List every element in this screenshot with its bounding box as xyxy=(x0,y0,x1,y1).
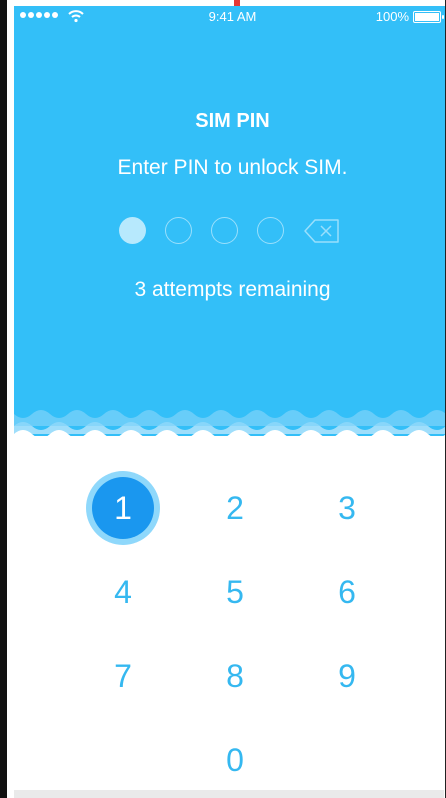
key-label: 1 xyxy=(92,477,154,539)
keypad: 1 2 3 4 5 6 7 8 9 0 xyxy=(67,466,403,798)
key-label: 8 xyxy=(226,657,244,694)
attempts-remaining: 3 attempts remaining xyxy=(134,278,331,301)
key-label: 6 xyxy=(338,573,356,610)
key-9[interactable]: 9 xyxy=(291,634,403,718)
key-2[interactable]: 2 xyxy=(179,466,291,550)
page-title: SIM PIN xyxy=(195,110,270,132)
key-label: 4 xyxy=(114,573,132,610)
battery-indicator: 100% xyxy=(375,9,444,24)
key-6[interactable]: 6 xyxy=(291,550,403,634)
key-3[interactable]: 3 xyxy=(291,466,403,550)
page-subtitle: Enter PIN to unlock SIM. xyxy=(117,156,348,179)
key-label: 3 xyxy=(338,489,356,526)
status-bar: 9:41 AM 100% xyxy=(14,6,445,28)
key-label: 7 xyxy=(114,657,132,694)
pin-dot xyxy=(257,217,284,244)
backspace-icon xyxy=(304,218,339,243)
key-4[interactable]: 4 xyxy=(67,550,179,634)
header-panel: 9:41 AM 100% SIM PIN Enter PIN to unlock… xyxy=(14,6,445,436)
pin-dot xyxy=(119,217,146,244)
key-5[interactable]: 5 xyxy=(179,550,291,634)
bottom-bar xyxy=(14,790,444,798)
battery-icon xyxy=(413,10,444,23)
key-0[interactable]: 0 xyxy=(179,718,291,798)
battery-percent: 100% xyxy=(375,9,409,24)
phone-frame: 9:41 AM 100% SIM PIN Enter PIN to unlock… xyxy=(0,0,446,798)
backspace-button[interactable] xyxy=(303,218,341,244)
key-label: 0 xyxy=(226,741,244,778)
pin-dot xyxy=(211,217,238,244)
top-marker xyxy=(234,0,240,6)
key-label: 2 xyxy=(226,489,244,526)
key-7[interactable]: 7 xyxy=(67,634,179,718)
key-label: 9 xyxy=(338,657,356,694)
key-label: 5 xyxy=(226,573,244,610)
key-8[interactable]: 8 xyxy=(179,634,291,718)
key-1[interactable]: 1 xyxy=(67,466,179,550)
pin-indicator xyxy=(119,217,341,244)
wave-divider xyxy=(14,396,445,452)
pin-dot xyxy=(165,217,192,244)
